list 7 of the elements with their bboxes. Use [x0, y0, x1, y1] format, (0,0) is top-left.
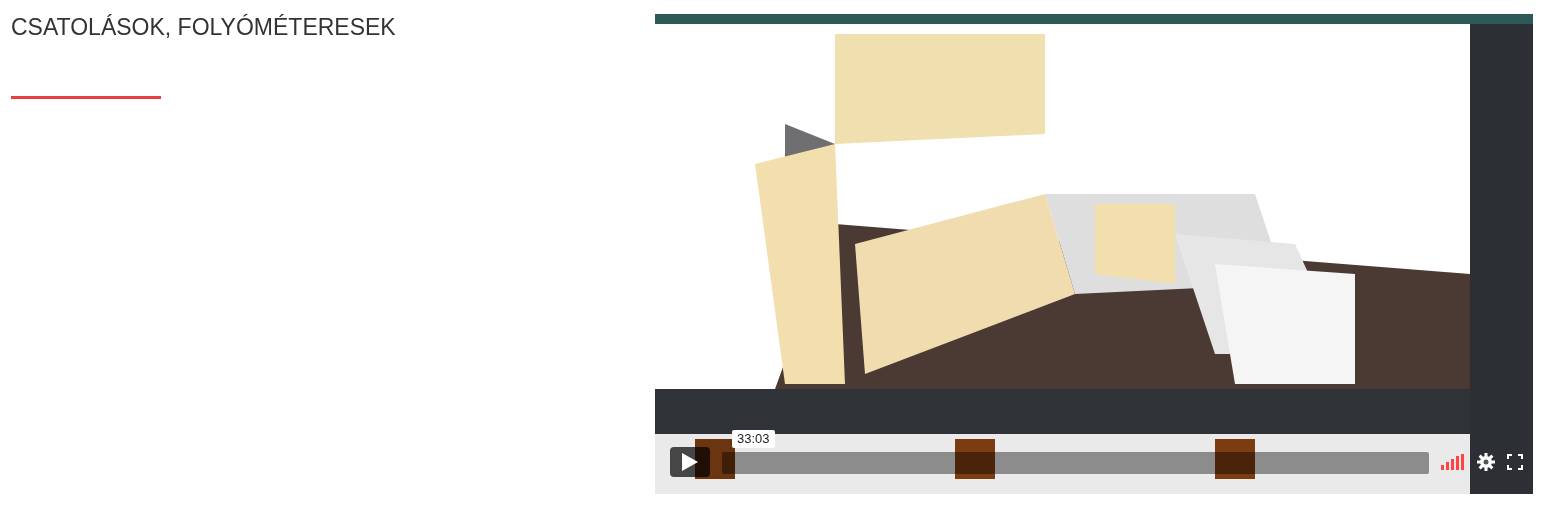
page-heading: CSATOLÁSOK, FOLYÓMÉTERESEK [11, 13, 396, 42]
volume-icon[interactable] [1441, 454, 1465, 470]
fullscreen-icon[interactable] [1507, 454, 1523, 470]
play-button[interactable] [670, 447, 710, 477]
time-tooltip: 33:03 [732, 430, 775, 448]
play-icon [682, 453, 698, 471]
settings-icon[interactable] [1477, 453, 1495, 471]
